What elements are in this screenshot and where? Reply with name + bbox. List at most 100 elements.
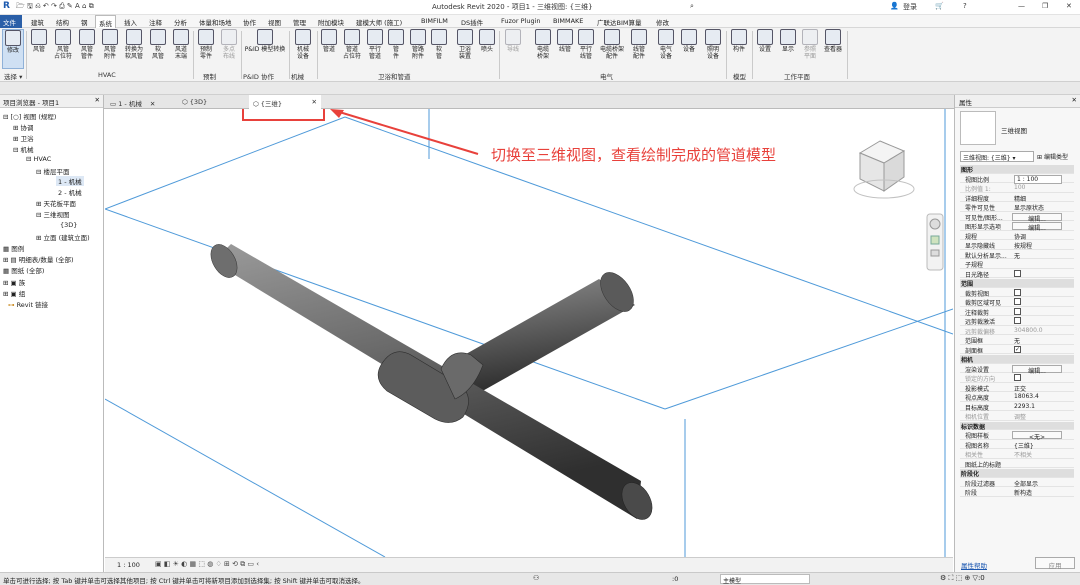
tab-glodon[interactable]: 广联达BIM算量 [597, 17, 641, 27]
wire-button[interactable]: 导线 [503, 29, 523, 69]
pipe-placeholder-button[interactable]: 管道 占位符 [340, 29, 364, 69]
property-edit-button[interactable]: 编辑... [1012, 212, 1062, 223]
tree-item[interactable]: ⊟ 机械 [13, 144, 34, 154]
tree-item[interactable]: ⊞ 天花板平面 [36, 198, 76, 208]
selection-filter-icons[interactable]: ⚙ ⛶ ⬚ ⊕ ▽:0 [940, 574, 985, 583]
maximize-button[interactable]: ❐ [1042, 2, 1048, 10]
sign-in-link[interactable]: 登录 [903, 2, 917, 12]
tab-view-1-mechanical[interactable]: ▭ 1 - 机械 ✕ [106, 95, 176, 109]
ref-plane-button[interactable]: 参照 平面 [800, 29, 820, 69]
property-checkbox[interactable] [1014, 374, 1021, 381]
modify-button[interactable]: 修改 [2, 29, 24, 69]
tab-steel[interactable]: 钢 [81, 17, 88, 27]
close-icon[interactable]: ✕ [95, 96, 100, 104]
cable-tray-button[interactable]: 电缆 桥架 [532, 29, 554, 69]
tree-item[interactable]: ⊟ [○] 视图 (规程) [3, 111, 56, 121]
tree-item[interactable]: ▦ 图纸 (全部) [3, 265, 44, 275]
component-button[interactable]: 构件 [728, 29, 750, 69]
air-terminal-button[interactable]: 风道 末端 [170, 29, 192, 69]
tab-jianmo-dashi[interactable]: 建模大师 (施工) [356, 17, 402, 27]
parallel-pipes-button[interactable]: 平行 管道 [365, 29, 385, 69]
property-edit-button[interactable]: 编辑... [1012, 364, 1062, 375]
tab-manage[interactable]: 管理 [293, 17, 306, 27]
show-workplane-button[interactable]: 显示 [778, 29, 798, 69]
flex-pipe-button[interactable]: 软 管 [430, 29, 448, 69]
close-icon[interactable]: ✕ [1072, 96, 1077, 104]
property-section-header[interactable]: 阶段化 [960, 469, 1074, 478]
tab-bimfilm[interactable]: BIMFILM [421, 17, 448, 25]
conduit-button[interactable]: 线管 [555, 29, 575, 69]
tree-item[interactable]: ▦ 图例 [3, 243, 24, 253]
pan-icon[interactable] [930, 249, 940, 257]
property-checkbox[interactable] [1014, 288, 1021, 296]
property-checkbox[interactable] [1014, 298, 1021, 305]
tree-item[interactable]: 2 - 机械 [58, 187, 82, 197]
tab-bimmake[interactable]: BIMMAKE [553, 17, 583, 25]
tree-item[interactable]: ⊞ ▣ 组 [3, 288, 25, 298]
tab-addins[interactable]: 附加模块 [318, 17, 344, 27]
conduit-fitting-button[interactable]: 线管 配件 [628, 29, 650, 69]
elec-equipment-button[interactable]: 电气 设备 [655, 29, 677, 69]
search-icon[interactable]: ⌕ [690, 2, 694, 11]
close-icon[interactable]: ✕ [150, 100, 155, 108]
tab-insert[interactable]: 插入 [124, 17, 137, 27]
pipe-button[interactable]: 管道 [319, 29, 339, 69]
group-select[interactable]: 选择 ▾ [4, 71, 22, 81]
tree-item[interactable]: ⊞ 卫浴 [13, 133, 34, 143]
navigation-bar[interactable] [926, 213, 944, 271]
pid-conversion-button[interactable]: P&ID 模型转换 [243, 29, 287, 69]
duct-fitting-button[interactable]: 风管 管件 [76, 29, 98, 69]
zoom-icon[interactable] [930, 235, 940, 245]
tree-item[interactable]: ⊶ Revit 链接 [8, 299, 48, 309]
revit-logo-icon[interactable]: R [3, 1, 10, 11]
tree-item[interactable]: ⊞ 立面 (建筑立面) [36, 232, 90, 242]
tab-modify[interactable]: 修改 [656, 17, 669, 27]
tab-systems[interactable]: 系统 [95, 15, 116, 28]
tree-item-selected[interactable]: 1 - 机械 [56, 176, 84, 186]
cart-icon[interactable]: 🛒 [935, 2, 944, 10]
tree-item[interactable]: ⊟ 楼层平面 [36, 166, 70, 176]
tree-item[interactable]: ⊟ HVAC [26, 155, 51, 163]
user-icon[interactable]: 👤 [890, 2, 899, 10]
tab-file[interactable]: 文件 [0, 15, 22, 28]
property-checkbox[interactable] [1014, 317, 1021, 324]
apply-button[interactable]: 应用 [1035, 557, 1075, 570]
tab-ds-plugin[interactable]: DS插件 [461, 17, 483, 27]
duct-button[interactable]: 风管 [28, 29, 50, 69]
tab-view-3d[interactable]: ⬡ {3D} [178, 95, 248, 109]
tab-fuzor[interactable]: Fuzor Plugin [501, 17, 541, 25]
property-section-header[interactable]: 相机 [960, 355, 1074, 364]
property-checkbox[interactable]: ✓ [1014, 345, 1021, 353]
quick-access-toolbar-icons[interactable]: 🗁 🖫 ⎌ ↶ ↷ ⎙ ✎ A ⌂ ⧉ [16, 2, 94, 13]
pipe-accessory-button[interactable]: 管路 附件 [407, 29, 429, 69]
property-value[interactable]: 1 : 100 [1014, 174, 1062, 184]
tab-architecture[interactable]: 建筑 [31, 17, 44, 27]
duct-placeholder-button[interactable]: 风管 占位符 [51, 29, 75, 69]
property-section-header[interactable]: 范围 [960, 279, 1074, 288]
tab-collaborate[interactable]: 协作 [243, 17, 256, 27]
set-workplane-button[interactable]: 设置 [756, 29, 774, 69]
sprinkler-button[interactable]: 喷头 [477, 29, 497, 69]
help-button[interactable]: ? [963, 2, 967, 10]
device-button[interactable]: 设备 [679, 29, 699, 69]
instance-selector[interactable]: 三维视图: {三维} ▾ [960, 151, 1034, 162]
viewcube-icon[interactable] [853, 140, 915, 199]
close-icon[interactable]: ✕ [312, 98, 317, 106]
pipe-fitting-button[interactable]: 管 件 [386, 29, 406, 69]
cable-tray-fitting-button[interactable]: 电缆桥架 配件 [597, 29, 627, 69]
tree-item[interactable]: ⊞ ▤ 明细表/数量 (全部) [3, 254, 74, 264]
fabrication-part-button[interactable]: 预制 零件 [195, 29, 217, 69]
tree-item[interactable]: ⊞ ▣ 族 [3, 277, 25, 287]
tab-annotate[interactable]: 注释 [149, 17, 162, 27]
tab-analyze[interactable]: 分析 [174, 17, 187, 27]
property-edit-button[interactable]: <无> [1012, 431, 1062, 441]
worksets-icon[interactable]: ⚇ [533, 574, 539, 582]
steering-wheel-icon[interactable] [929, 218, 941, 230]
tab-view[interactable]: 视图 [268, 17, 281, 27]
parallel-conduits-button[interactable]: 平行 线管 [576, 29, 596, 69]
3d-viewport[interactable]: 切换至三维视图，查看绘制完成的管道模型 [105, 109, 953, 557]
property-checkbox[interactable] [1014, 307, 1021, 315]
view-control-icons[interactable]: ▣ ◧ ☀ ◐ ▦ ⬚ ◍ ♢ ⊞ ⟲ ⧉ ▭ ‹ [155, 560, 259, 569]
property-checkbox[interactable] [1014, 269, 1021, 277]
tab-view-3d-active[interactable]: ⬡ {三维} ✕ [249, 95, 321, 109]
